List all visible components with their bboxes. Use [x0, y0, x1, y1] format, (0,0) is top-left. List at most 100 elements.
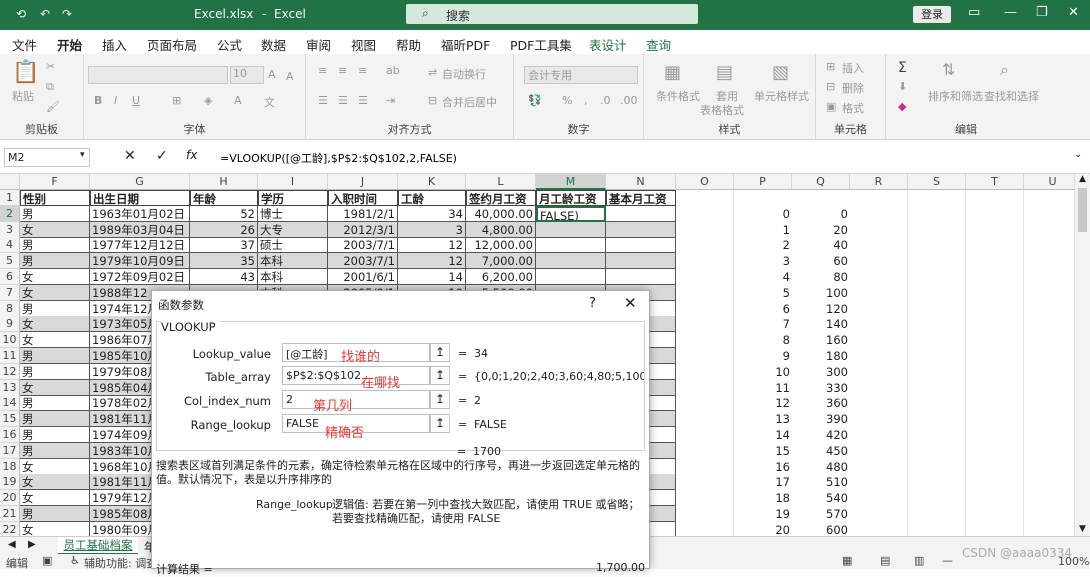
table-cell[interactable]: [536, 221, 606, 238]
help-button[interactable]: ?: [589, 296, 596, 311]
table-cell[interactable]: 本科: [258, 269, 328, 285]
table-cell[interactable]: [606, 221, 676, 238]
search-box[interactable]: ⌕ 搜索: [406, 4, 698, 24]
menu-page-layout[interactable]: 页面布局: [147, 35, 197, 54]
paste-icon[interactable]: 📋: [12, 60, 39, 85]
row-header[interactable]: 10: [0, 332, 20, 349]
scroll-thumb[interactable]: [1078, 188, 1087, 232]
table-header-cell[interactable]: 基本月工资: [606, 190, 676, 206]
arg-input-table-array[interactable]: $P$2:$Q$102: [282, 366, 430, 385]
table-cell[interactable]: 43: [190, 269, 258, 285]
lookup-cell[interactable]: 19: [734, 506, 792, 522]
page-break-view-icon[interactable]: ▥: [914, 554, 924, 567]
align-middle-icon[interactable]: ≡: [338, 64, 347, 77]
collapse-ref-icon[interactable]: ↥: [430, 414, 450, 433]
row-header[interactable]: 4: [0, 237, 20, 254]
sort-filter-icon[interactable]: ⇅: [942, 60, 955, 79]
cell-styles-label[interactable]: 单元格样式: [754, 88, 809, 104]
merge-center-label[interactable]: 合并后居中: [442, 94, 497, 110]
scroll-up-icon[interactable]: ▲: [1079, 174, 1086, 184]
redo-icon[interactable]: ↷: [62, 7, 72, 21]
accessibility-icon[interactable]: ♿: [70, 554, 80, 567]
table-cell[interactable]: 硕士: [258, 237, 328, 254]
copy-icon[interactable]: ⧉: [46, 80, 54, 94]
collapse-ref-icon[interactable]: ↥: [430, 343, 450, 362]
column-header[interactable]: H: [190, 174, 258, 190]
menu-foxit-pdf[interactable]: 福昕PDF: [441, 35, 490, 54]
lookup-cell[interactable]: 100: [792, 285, 850, 301]
conditional-format-icon[interactable]: ▦: [664, 62, 681, 83]
insert-function-icon[interactable]: fx: [186, 148, 197, 162]
fill-icon[interactable]: ⬇: [898, 80, 907, 93]
cancel-icon[interactable]: ✕: [124, 148, 136, 164]
column-header[interactable]: U: [1024, 174, 1074, 190]
lookup-cell[interactable]: 80: [792, 269, 850, 285]
row-header[interactable]: 13: [0, 379, 20, 396]
row-header[interactable]: 22: [0, 521, 20, 536]
format-painter-icon[interactable]: 🖌: [46, 100, 60, 113]
table-cell[interactable]: 1979年10月09日: [90, 253, 190, 270]
table-cell[interactable]: 男: [20, 427, 90, 443]
lookup-cell[interactable]: 20: [734, 522, 792, 536]
page-layout-view-icon[interactable]: ▤: [880, 554, 890, 567]
lookup-cell[interactable]: 420: [792, 427, 850, 443]
table-cell[interactable]: 男: [20, 395, 90, 412]
arg-input-col-index-num[interactable]: 2: [282, 390, 430, 409]
lookup-cell[interactable]: 390: [792, 411, 850, 427]
table-cell[interactable]: 男: [20, 442, 90, 459]
grow-font-icon[interactable]: A: [268, 68, 276, 81]
table-format-icon[interactable]: ▤: [716, 62, 733, 83]
table-cell[interactable]: 7,000.00: [466, 253, 536, 270]
table-cell[interactable]: [606, 237, 676, 254]
lookup-cell[interactable]: 3: [734, 253, 792, 269]
table-cell[interactable]: [536, 269, 606, 285]
percent-icon[interactable]: %: [562, 94, 572, 107]
scroll-down-icon[interactable]: ▼: [1079, 524, 1086, 534]
row-header[interactable]: 19: [0, 474, 20, 491]
bold-icon[interactable]: B: [94, 94, 102, 107]
lookup-cell[interactable]: 10: [734, 364, 792, 380]
clear-icon[interactable]: ◆: [898, 100, 906, 113]
close-window-icon[interactable]: ✕: [1068, 5, 1079, 20]
table-cell[interactable]: 6,200.00: [466, 269, 536, 285]
column-header[interactable]: K: [398, 174, 466, 190]
row-header[interactable]: 17: [0, 442, 20, 459]
lookup-cell[interactable]: 120: [792, 301, 850, 317]
table-cell[interactable]: 2003/7/1: [328, 253, 398, 270]
column-header[interactable]: S: [908, 174, 966, 190]
table-cell[interactable]: 男: [20, 506, 90, 522]
row-header[interactable]: 9: [0, 316, 20, 333]
comma-icon[interactable]: ,: [584, 94, 588, 107]
table-header-cell[interactable]: 性别: [20, 190, 90, 206]
cut-icon[interactable]: ✂: [46, 60, 55, 73]
table-cell[interactable]: 3: [398, 221, 466, 238]
table-cell[interactable]: 本科: [258, 253, 328, 270]
decrease-decimal-icon[interactable]: .00: [620, 94, 638, 107]
align-top-icon[interactable]: ≡: [318, 64, 327, 77]
table-cell[interactable]: 1989年03月04日: [90, 221, 190, 238]
align-center-icon[interactable]: ☰: [338, 94, 348, 107]
ribbon-display-icon[interactable]: ▭: [968, 5, 980, 20]
insert-cells-icon[interactable]: ⊞: [826, 60, 835, 73]
delete-cells-label[interactable]: 删除: [842, 80, 864, 96]
table-cell[interactable]: 女: [20, 379, 90, 396]
paste-label[interactable]: 粘贴: [12, 88, 34, 104]
cell-styles-icon[interactable]: ▧: [772, 62, 789, 83]
table-header-cell[interactable]: 年龄: [190, 190, 258, 206]
table-cell[interactable]: 男: [20, 411, 90, 428]
lookup-cell[interactable]: 540: [792, 490, 850, 506]
find-select-label[interactable]: 查找和选择: [984, 88, 1039, 104]
sort-filter-label[interactable]: 排序和筛选: [928, 88, 983, 104]
row-header[interactable]: 8: [0, 300, 20, 317]
expand-formula-icon[interactable]: ⌄: [1074, 149, 1082, 160]
table-cell[interactable]: 女: [20, 284, 90, 301]
table-cell[interactable]: 1981/2/1: [328, 205, 398, 222]
collapse-ref-icon[interactable]: ↥: [430, 390, 450, 409]
currency-icon[interactable]: 💱: [528, 94, 542, 107]
menu-table-design[interactable]: 表设计: [589, 35, 627, 54]
lookup-cell[interactable]: 330: [792, 380, 850, 396]
column-header[interactable]: J: [328, 174, 398, 190]
row-header[interactable]: 12: [0, 363, 20, 380]
table-cell[interactable]: 34: [398, 205, 466, 222]
row-header[interactable]: 20: [0, 490, 20, 507]
